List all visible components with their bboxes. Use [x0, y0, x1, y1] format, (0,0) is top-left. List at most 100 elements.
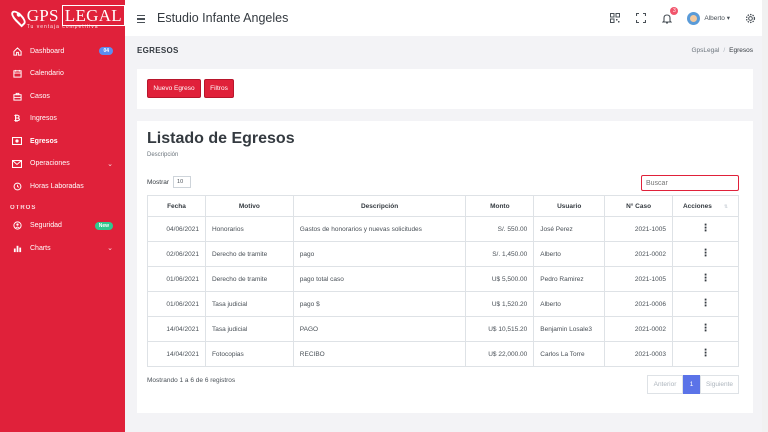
- cell-monto: U$ 5,500.00: [465, 266, 535, 292]
- new-egreso-button[interactable]: Nuevo Egreso: [147, 79, 201, 98]
- table-row: 02/06/2021 Derecho de tramite pago S/. 1…: [147, 241, 739, 267]
- more-vertical-icon[interactable]: ⋮: [701, 274, 711, 284]
- cell-descripcion: Gastos de honorarios y nuevas solicitude…: [292, 216, 467, 242]
- cell-monto: S/. 550.00: [465, 216, 535, 242]
- cell-usuario: Alberto: [533, 241, 606, 267]
- cell-usuario: Carlos La Torre: [533, 341, 606, 367]
- cell-caso: 2021-0002: [604, 241, 674, 267]
- pager-next-button[interactable]: Siguiente: [700, 375, 739, 394]
- table-row: 14/04/2021 Tasa judicial PAGO U$ 10,515.…: [147, 316, 739, 342]
- user-menu[interactable]: Alberto ▾: [687, 11, 730, 25]
- list-subtitle: Descripción: [147, 152, 179, 158]
- sidebar-item-charts[interactable]: Charts ⌄: [0, 237, 125, 260]
- home-icon: [12, 46, 22, 56]
- sidebar-item-label: Dashboard: [30, 47, 65, 55]
- calendar-icon: [12, 69, 22, 79]
- list-card: Listado de Egresos Descripción Mostrar 1…: [137, 121, 753, 413]
- sort-icon: ⇅: [723, 203, 729, 210]
- cell-motivo: Tasa judicial: [204, 316, 294, 342]
- bell-icon[interactable]: 3: [661, 7, 679, 24]
- cell-acciones: ⋮: [672, 291, 739, 317]
- cell-fecha: 01/06/2021: [147, 291, 206, 317]
- cell-acciones: ⋮: [672, 266, 739, 292]
- lock-icon: [12, 221, 22, 231]
- breadcrumb-home[interactable]: GpsLegal: [692, 47, 720, 54]
- logo-main-text: GPS: [26, 5, 59, 25]
- more-vertical-icon[interactable]: ⋮: [701, 299, 711, 309]
- more-vertical-icon[interactable]: ⋮: [701, 324, 711, 334]
- table-row: 01/06/2021 Tasa judicial pago $ U$ 1,520…: [147, 291, 739, 317]
- breadcrumb-current: Egresos: [729, 47, 753, 54]
- col-caso[interactable]: N° Caso: [604, 195, 674, 217]
- cell-acciones: ⋮: [672, 241, 739, 267]
- cell-descripcion: pago total caso: [292, 266, 467, 292]
- cell-caso: 2021-0002: [604, 316, 674, 342]
- sidebar: GPS LEGAL Tu ventaja competitiva Dashboar…: [0, 0, 125, 432]
- sidebar-item-label: Operaciones: [30, 160, 70, 168]
- col-descripcion[interactable]: Descripción: [292, 195, 467, 217]
- list-title: Listado de Egresos: [147, 130, 295, 147]
- app-title: Estudio Infante Angeles: [157, 11, 289, 25]
- col-usuario[interactable]: Usuario: [533, 195, 606, 217]
- cell-descripcion: pago: [292, 241, 467, 267]
- avatar: [687, 11, 701, 25]
- egresos-table: Fecha Motivo Descripción Monto Usuario N…: [147, 195, 739, 367]
- sidebar-item-label: Ingresos: [30, 115, 57, 123]
- more-vertical-icon[interactable]: ⋮: [701, 349, 711, 359]
- show-label: Mostrar: [147, 178, 170, 186]
- menu-toggle-icon[interactable]: [137, 14, 145, 24]
- sidebar-section-title: OTROS: [10, 204, 37, 211]
- cell-fecha: 02/06/2021: [147, 241, 206, 267]
- filters-button[interactable]: Filtros: [204, 79, 234, 98]
- sidebar-item-horas[interactable]: Horas Laboradas: [0, 175, 125, 198]
- gear-icon[interactable]: [744, 12, 756, 24]
- sidebar-item-seguridad[interactable]: Seguridad New: [0, 215, 125, 238]
- sidebar-item-dashboard[interactable]: Dashboard 04: [0, 40, 125, 63]
- user-name: Alberto ▾: [704, 15, 730, 22]
- chevron-down-icon: ⌄: [107, 245, 113, 253]
- pagination: Anterior 1 Siguiente: [647, 375, 739, 394]
- logo-box-text: LEGAL: [61, 4, 125, 26]
- scrollbar[interactable]: [762, 0, 768, 432]
- col-fecha[interactable]: Fecha: [147, 195, 206, 217]
- search-input[interactable]: [641, 175, 739, 191]
- cell-fecha: 14/04/2021: [147, 341, 206, 367]
- cell-monto: U$ 1,520.20: [465, 291, 535, 317]
- page-length-select[interactable]: 10: [173, 176, 192, 188]
- pager-page-1[interactable]: 1: [683, 375, 700, 394]
- logo[interactable]: GPS LEGAL Tu ventaja competitiva: [0, 0, 125, 36]
- more-vertical-icon[interactable]: ⋮: [701, 249, 711, 259]
- table-header-row: Fecha Motivo Descripción Monto Usuario N…: [147, 195, 739, 217]
- topbar: Estudio Infante Angeles 3 Alberto ▾: [125, 0, 768, 36]
- envelope-icon: [12, 159, 22, 169]
- sidebar-nav: Dashboard 04 Calendario Casos ₿ Ingresos…: [0, 40, 125, 260]
- pager-prev-button[interactable]: Anterior: [647, 375, 683, 394]
- sidebar-item-calendario[interactable]: Calendario: [0, 63, 125, 86]
- sidebar-item-egresos[interactable]: Egresos: [0, 130, 125, 153]
- money-icon: [12, 136, 22, 146]
- briefcase-icon: [12, 91, 22, 101]
- logo-tagline: Tu ventaja competitiva: [26, 23, 99, 30]
- col-monto[interactable]: Monto: [465, 195, 535, 217]
- fullscreen-icon[interactable]: [635, 12, 647, 24]
- notification-count: 3: [670, 7, 679, 15]
- bitcoin-icon: ₿: [13, 114, 21, 124]
- cell-descripcion: PAGO: [292, 316, 467, 342]
- sidebar-item-casos[interactable]: Casos: [0, 85, 125, 108]
- breadcrumb: GpsLegal / Egresos: [691, 47, 754, 54]
- history-icon: [12, 181, 22, 191]
- cell-caso: 2021-0006: [604, 291, 674, 317]
- table-row: 14/04/2021 Fotocopias RECIBO U$ 22,000.0…: [147, 341, 739, 367]
- more-vertical-icon[interactable]: ⋮: [701, 224, 711, 234]
- page-header: EGRESOS GpsLegal / Egresos: [137, 46, 753, 55]
- cell-motivo: Fotocopias: [204, 341, 294, 367]
- sidebar-item-ingresos[interactable]: ₿ Ingresos: [0, 108, 125, 131]
- sidebar-item-operaciones[interactable]: Operaciones ⌄: [0, 153, 125, 176]
- sidebar-item-label: Horas Laboradas: [30, 182, 84, 190]
- count-badge: 04: [99, 47, 113, 56]
- cell-usuario: Benjamin Losale3: [533, 316, 606, 342]
- qr-code-icon[interactable]: [609, 12, 621, 24]
- cell-descripcion: RECIBO: [292, 341, 467, 367]
- cell-motivo: Derecho de tramite: [204, 266, 294, 292]
- col-motivo[interactable]: Motivo: [204, 195, 294, 217]
